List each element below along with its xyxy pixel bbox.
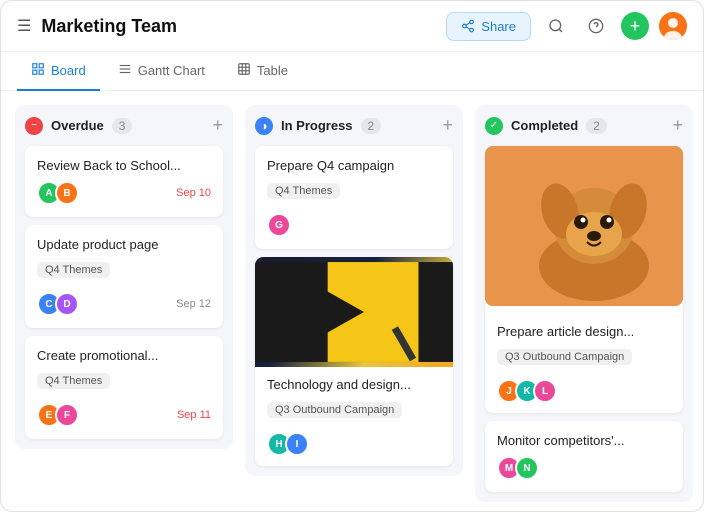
card-q4-title: Prepare Q4 campaign <box>267 158 441 173</box>
card-monitor-footer: M N <box>497 456 671 480</box>
card-promo-avatars: E F <box>37 403 73 427</box>
tab-gantt[interactable]: Gantt Chart <box>104 52 219 91</box>
card-tech-design[interactable]: Technology and design... Q3 Outbound Cam… <box>255 257 453 466</box>
dog-image <box>485 146 683 306</box>
share-label: Share <box>481 19 516 34</box>
card-review-avatars: A B <box>37 181 73 205</box>
completed-add-button[interactable]: + <box>672 115 683 136</box>
card-article-avatars: J K L <box>497 379 551 403</box>
card-prepare-article[interactable]: Prepare article design... Q3 Outbound Ca… <box>485 146 683 413</box>
share-icon <box>461 19 475 33</box>
card-tech-image <box>255 257 453 367</box>
tab-table-label: Table <box>257 63 288 78</box>
card-article-title: Prepare article design... <box>497 324 671 339</box>
search-button[interactable] <box>541 11 571 41</box>
help-icon <box>588 18 604 34</box>
card-update-tag: Q4 Themes <box>37 262 110 278</box>
card-article-body: Prepare article design... Q3 Outbound Ca… <box>485 314 683 413</box>
avatar: I <box>285 432 309 456</box>
card-promo-title: Create promotional... <box>37 348 211 363</box>
overdue-title: Overdue <box>51 118 104 133</box>
completed-status-icon: ✓ <box>485 117 503 135</box>
card-create-promo[interactable]: Create promotional... Q4 Themes E F Sep … <box>25 336 223 439</box>
inprogress-count: 2 <box>361 118 382 134</box>
avatar: G <box>267 213 291 237</box>
column-inprogress: ◑ In Progress 2 + Prepare Q4 campaign Q4… <box>245 105 463 476</box>
card-q4-footer: G <box>267 213 441 237</box>
card-review-date: Sep 10 <box>176 187 211 199</box>
card-prepare-q4[interactable]: Prepare Q4 campaign Q4 Themes G <box>255 146 453 249</box>
menu-icon[interactable]: ☰ <box>17 16 31 36</box>
table-tab-icon <box>237 62 251 79</box>
header-left: ☰ Marketing Team <box>17 16 177 37</box>
inprogress-title-group: ◑ In Progress 2 <box>255 117 381 135</box>
card-review-footer: A B Sep 10 <box>37 181 211 205</box>
card-promo-footer: E F Sep 11 <box>37 403 211 427</box>
card-update-product[interactable]: Update product page Q4 Themes C D Sep 12 <box>25 225 223 328</box>
card-q4-tag: Q4 Themes <box>267 183 340 199</box>
column-overdue-header: − Overdue 3 + <box>25 115 223 136</box>
share-button[interactable]: Share <box>446 12 531 41</box>
card-update-title: Update product page <box>37 237 211 252</box>
card-monitor-avatars: M N <box>497 456 533 480</box>
card-tech-footer: H I <box>267 432 441 456</box>
avatar: F <box>55 403 79 427</box>
avatar: D <box>55 292 79 316</box>
header-right: Share + <box>446 11 687 41</box>
column-completed: ✓ Completed 2 + <box>475 105 693 502</box>
completed-title: Completed <box>511 118 578 133</box>
tab-gantt-label: Gantt Chart <box>138 63 205 78</box>
column-completed-header: ✓ Completed 2 + <box>485 115 683 136</box>
completed-title-group: ✓ Completed 2 <box>485 117 607 135</box>
card-promo-tag: Q4 Themes <box>37 373 110 389</box>
card-article-tag: Q3 Outbound Campaign <box>497 349 632 365</box>
card-update-date: Sep 12 <box>176 298 211 310</box>
header: ☰ Marketing Team Share + <box>1 1 703 52</box>
card-article-footer: J K L <box>497 379 671 403</box>
board-tab-icon <box>31 62 45 79</box>
overdue-status-icon: − <box>25 117 43 135</box>
card-monitor[interactable]: Monitor competitors'... M N <box>485 421 683 492</box>
add-button[interactable]: + <box>621 12 649 40</box>
tab-table[interactable]: Table <box>223 52 302 91</box>
column-inprogress-header: ◑ In Progress 2 + <box>255 115 453 136</box>
card-review-back[interactable]: Review Back to School... A B Sep 10 <box>25 146 223 217</box>
card-tech-title: Technology and design... <box>267 377 441 392</box>
avatar: N <box>515 456 539 480</box>
tech-image-placeholder <box>255 257 453 367</box>
gantt-tab-icon <box>118 62 132 79</box>
card-promo-date: Sep 11 <box>177 409 211 421</box>
completed-count: 2 <box>586 118 607 134</box>
column-title-group: − Overdue 3 <box>25 117 132 135</box>
inprogress-status-icon: ◑ <box>255 117 273 135</box>
card-review-title: Review Back to School... <box>37 158 211 173</box>
card-tech-tag: Q3 Outbound Campaign <box>267 402 402 418</box>
overdue-add-button[interactable]: + <box>212 115 223 136</box>
tab-board[interactable]: Board <box>17 52 100 91</box>
help-button[interactable] <box>581 11 611 41</box>
card-update-avatars: C D <box>37 292 73 316</box>
inprogress-title: In Progress <box>281 118 353 133</box>
app-title: Marketing Team <box>41 16 177 37</box>
inprogress-add-button[interactable]: + <box>442 115 453 136</box>
card-tech-avatars: H I <box>267 432 303 456</box>
column-overdue: − Overdue 3 + Review Back to School... A… <box>15 105 233 449</box>
card-q4-avatars: G <box>267 213 285 237</box>
board-container: − Overdue 3 + Review Back to School... A… <box>1 91 703 503</box>
avatar: L <box>533 379 557 403</box>
avatar: B <box>55 181 79 205</box>
overdue-count: 3 <box>112 118 133 134</box>
user-avatar[interactable] <box>659 12 687 40</box>
tab-board-label: Board <box>51 63 86 78</box>
tabs-bar: Board Gantt Chart Table <box>1 52 703 91</box>
card-tech-body: Technology and design... Q3 Outbound Cam… <box>255 367 453 466</box>
card-monitor-title: Monitor competitors'... <box>497 433 671 448</box>
search-icon <box>548 18 564 34</box>
card-update-footer: C D Sep 12 <box>37 292 211 316</box>
